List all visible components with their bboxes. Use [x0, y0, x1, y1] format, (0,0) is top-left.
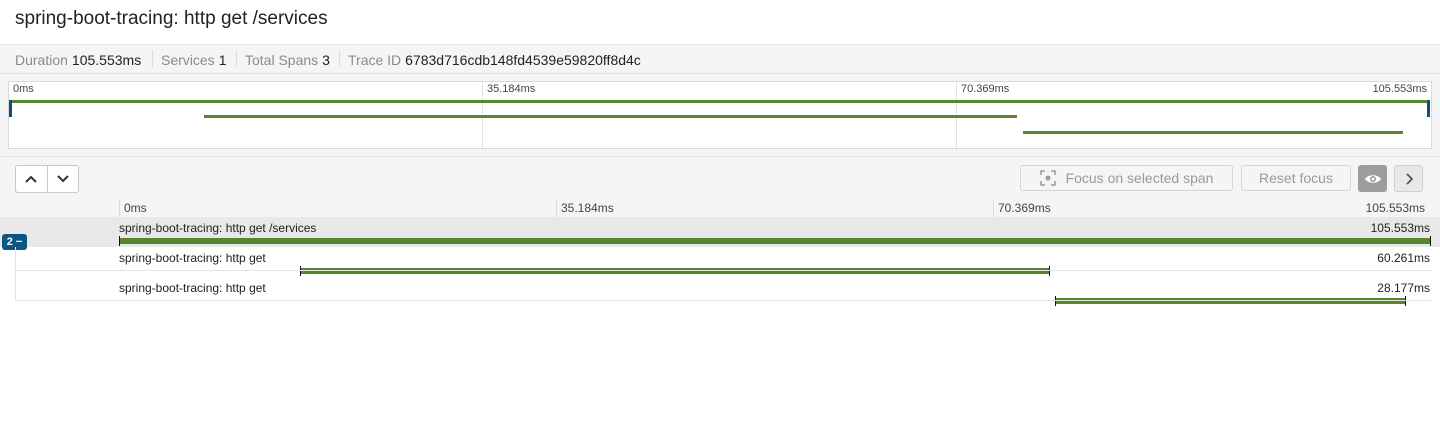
- divider: [339, 50, 340, 68]
- span-bar[interactable]: [119, 238, 1430, 244]
- minimap-range-handle-left[interactable]: [9, 100, 12, 117]
- axis-tick-label: 0ms: [124, 201, 147, 215]
- row-divider: [15, 300, 1431, 301]
- span-row-root[interactable]: spring-boot-tracing: http get /services …: [0, 217, 1440, 247]
- chevron-down-icon: [57, 175, 69, 183]
- duration-value: 105.553ms: [71, 52, 142, 68]
- span-end-marker: [1430, 236, 1431, 246]
- minimap-tick-label: 0ms: [13, 83, 34, 95]
- previous-span-button[interactable]: [16, 166, 47, 192]
- focus-button-label: Focus on selected span: [1065, 170, 1214, 186]
- span-start-marker: [119, 236, 120, 246]
- duration-label: Duration: [15, 52, 68, 68]
- span-bar[interactable]: [1055, 298, 1405, 304]
- axis-tick-label: 35.184ms: [561, 201, 614, 215]
- spans-value: 3: [322, 52, 330, 68]
- timeline-axis: 0ms 35.184ms 70.369ms 105.553ms: [0, 199, 1440, 217]
- trace-minimap[interactable]: 0ms 35.184ms 70.369ms 105.553ms: [8, 81, 1432, 149]
- chevron-up-icon: [25, 175, 37, 183]
- tree-guide-line: [15, 247, 16, 301]
- minimap-range-handle-right[interactable]: [1427, 100, 1430, 117]
- span-start-marker: [300, 266, 301, 276]
- span-duration: 105.553ms: [1370, 221, 1430, 235]
- minimap-tick-label: 105.553ms: [1372, 83, 1427, 95]
- focus-icon: [1039, 170, 1056, 186]
- minimap-tick-label: 35.184ms: [487, 83, 536, 95]
- span-row[interactable]: spring-boot-tracing: http get 28.177ms: [0, 277, 1440, 307]
- reset-focus-button[interactable]: Reset focus: [1241, 165, 1351, 191]
- services-value: 1: [218, 52, 227, 68]
- eye-icon: [1364, 174, 1381, 183]
- span-end-marker: [1049, 266, 1050, 276]
- focus-selected-span-button[interactable]: Focus on selected span: [1020, 165, 1233, 191]
- chevron-right-icon: [1405, 172, 1413, 185]
- axis-tick-label: 70.369ms: [998, 201, 1051, 215]
- trace-id-stat: Trace ID 6783d716cdb148fd4539e59820ff8d4c: [348, 52, 641, 68]
- divider: [152, 50, 153, 68]
- next-span-button[interactable]: [46, 166, 79, 192]
- trace-summary: Duration 105.553ms Services 1 Total Spans 3…: [0, 45, 1440, 74]
- divider: [236, 50, 237, 68]
- services-label: Services: [161, 52, 215, 68]
- trace-title: spring-boot-tracing: http get /services: [15, 8, 328, 29]
- trace-id-label: Trace ID: [348, 52, 402, 68]
- axis-gridline: [119, 199, 120, 217]
- spans-label: Total Spans: [245, 52, 319, 68]
- spans-stat: Total Spans 3: [245, 52, 330, 68]
- axis-gridline: [556, 199, 557, 217]
- axis-gridline: [993, 199, 994, 217]
- services-stat: Services 1: [161, 52, 226, 68]
- toggle-visibility-button[interactable]: [1358, 165, 1387, 192]
- minimap-span-bar: [1023, 131, 1403, 134]
- row-divider: [15, 270, 1431, 271]
- timeline-toolbar: Focus on selected span Reset focus: [0, 157, 1440, 199]
- span-label: spring-boot-tracing: http get: [119, 281, 266, 295]
- expand-panel-button[interactable]: [1394, 165, 1423, 192]
- span-end-marker: [1405, 296, 1406, 306]
- span-duration: 60.261ms: [1377, 251, 1430, 265]
- span-row[interactable]: spring-boot-tracing: http get 60.261ms: [0, 247, 1440, 277]
- span-label: spring-boot-tracing: http get: [119, 251, 266, 265]
- minimap-tick-label: 70.369ms: [961, 83, 1010, 95]
- minimap-span-bar: [9, 100, 1429, 103]
- span-label: spring-boot-tracing: http get /services: [119, 221, 317, 235]
- span-bar[interactable]: [300, 268, 1049, 274]
- span-nav-group: [15, 165, 79, 193]
- trace-id-value: 6783d716cdb148fd4539e59820ff8d4c: [405, 52, 641, 68]
- axis-tick-label: 105.553ms: [1365, 201, 1425, 215]
- minimap-span-bar: [204, 115, 1017, 118]
- duration-stat: Duration 105.553ms: [15, 52, 141, 68]
- span-start-marker: [1055, 296, 1056, 306]
- span-duration: 28.177ms: [1377, 281, 1430, 295]
- minimap-panel: 0ms 35.184ms 70.369ms 105.553ms: [0, 74, 1440, 157]
- reset-button-label: Reset focus: [1259, 170, 1333, 186]
